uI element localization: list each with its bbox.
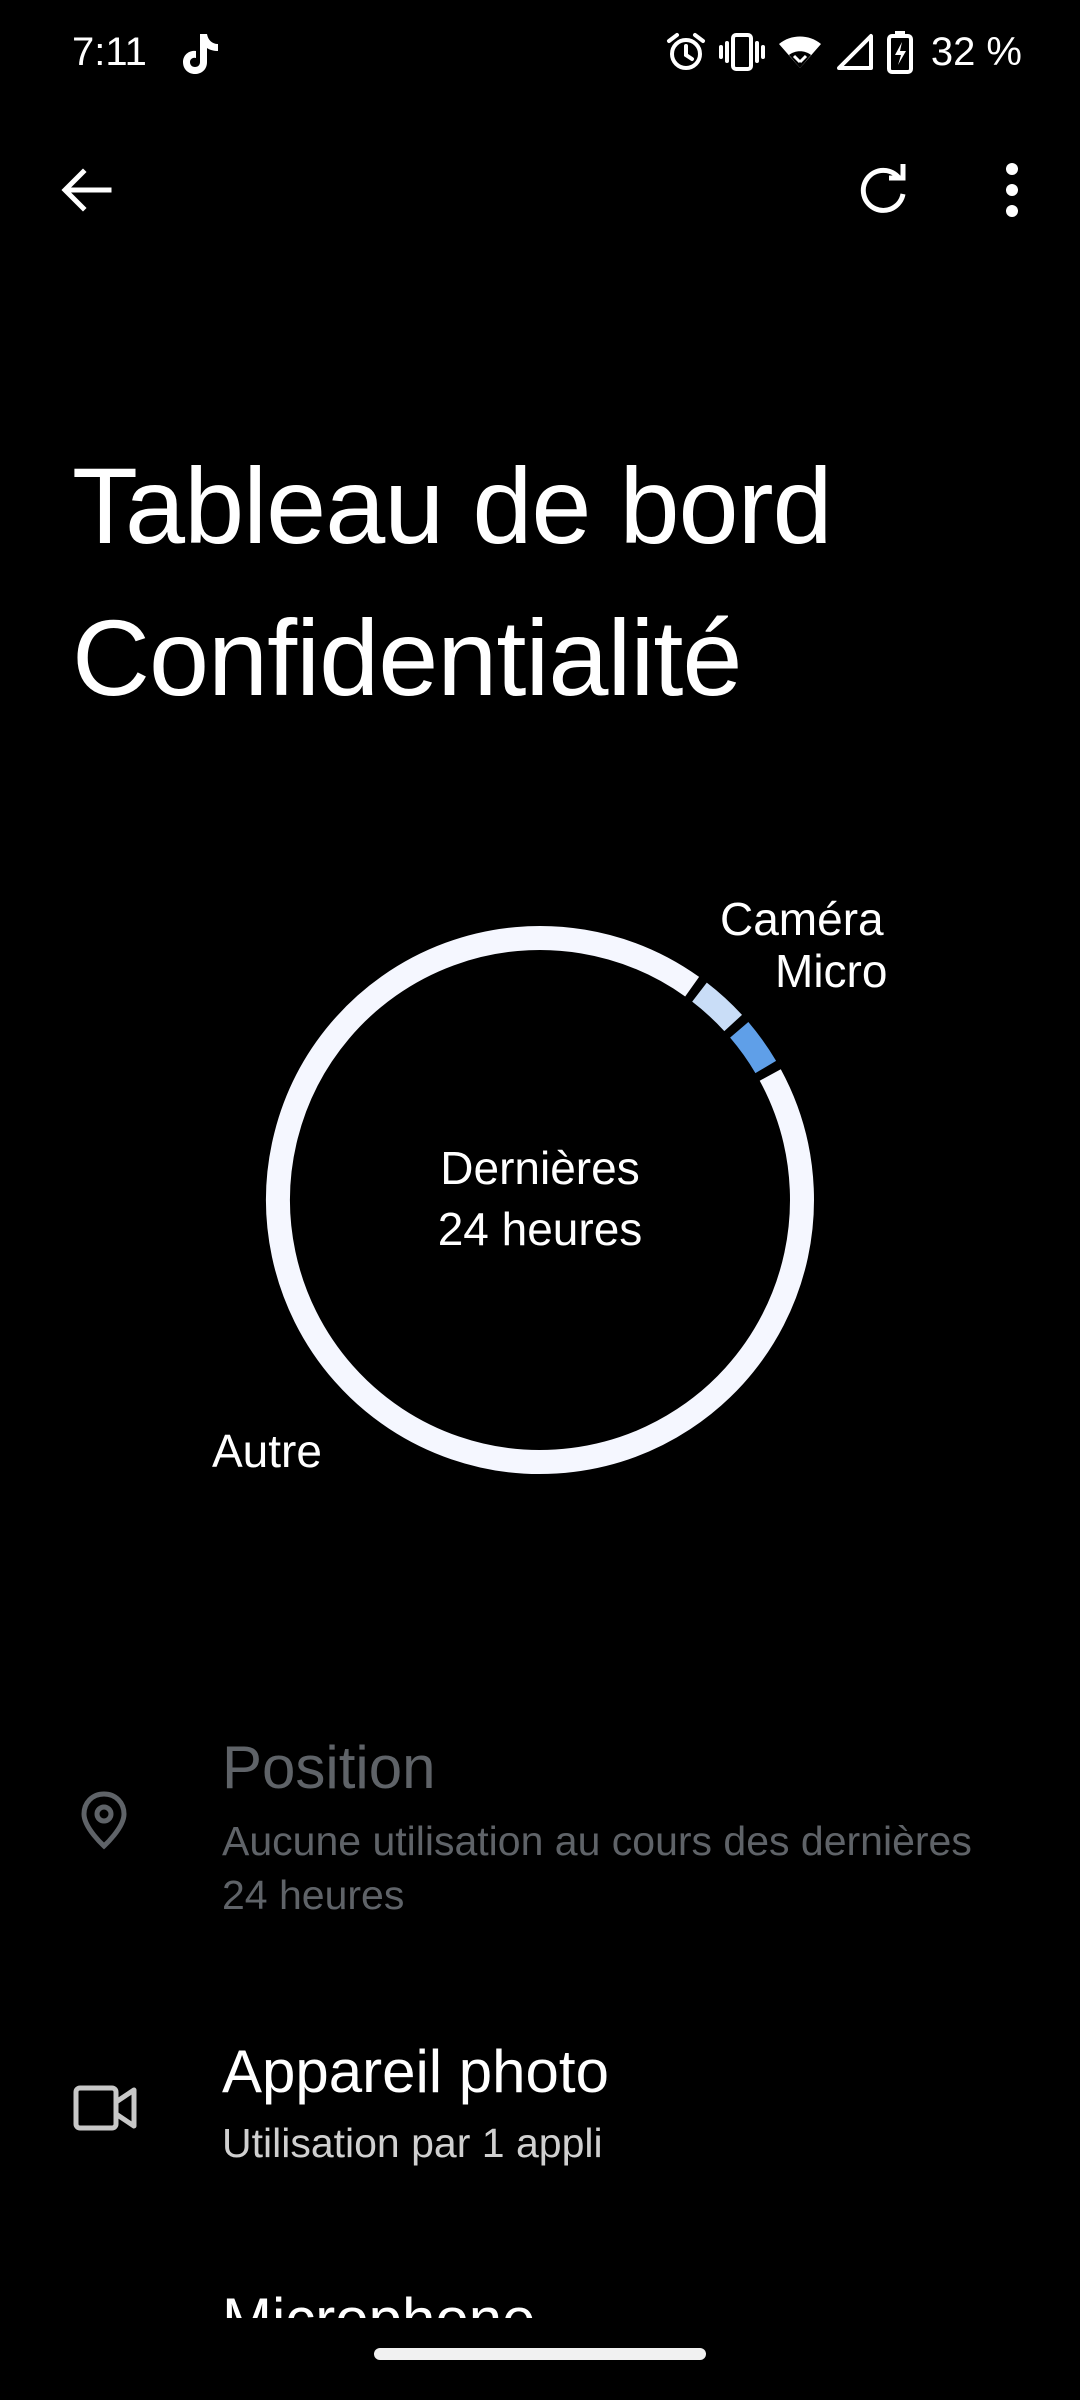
chart-center-line2: 24 heures (437, 1203, 643, 1255)
battery-percentage: 32 % (930, 29, 1022, 74)
home-indicator[interactable] (374, 2348, 706, 2360)
signal-icon (835, 32, 875, 72)
chart-segment-camera (692, 982, 743, 1032)
back-button[interactable] (38, 144, 134, 240)
list-item-title: Position (222, 1734, 436, 1801)
status-time: 7:11 (72, 30, 147, 74)
list-item-subtitle: Aucune utilisation au cours des dernière… (222, 1814, 1022, 1922)
videocam-icon (72, 2076, 137, 2140)
list-item-subtitle-line2: 24 heures (222, 1872, 405, 1918)
status-icons: 32 % (665, 24, 1022, 80)
tiktok-icon (176, 30, 220, 76)
list-item-subtitle: Utilisation par 1 appli (222, 2120, 603, 2166)
wifi-icon (777, 32, 823, 72)
list-item-subtitle-line1: Aucune utilisation au cours des dernière… (222, 1818, 972, 1864)
location-pin-icon (72, 1788, 136, 1852)
list-item-title: Appareil photo (222, 2038, 609, 2105)
refresh-button[interactable] (835, 144, 931, 240)
list-item-camera[interactable]: Appareil photo Utilisation par 1 appli (0, 2020, 1080, 2220)
battery-charging-icon (886, 30, 913, 74)
chart-segment-micro (729, 1022, 777, 1074)
chart-label-other: Autre (212, 1425, 322, 1477)
back-arrow-icon (59, 163, 113, 222)
more-options-button[interactable] (964, 144, 1060, 240)
list-item-location[interactable]: Position Aucune utilisation au cours des… (0, 1700, 1080, 1950)
chart-center-line1: Dernières (440, 1142, 640, 1194)
refresh-icon (855, 162, 911, 223)
chart-label-micro: Micro (775, 945, 888, 997)
chart-label-camera: Caméra (720, 893, 884, 945)
more-vert-icon (1004, 162, 1020, 222)
alarm-icon (665, 31, 707, 73)
page-title: Tableau de bord Confidentialité (72, 430, 1012, 734)
page-title-line2: Confidentialité (72, 597, 742, 718)
vibrate-icon (718, 31, 765, 73)
page-title-line1: Tableau de bord (72, 445, 833, 566)
chart-center-label: Dernières 24 heures (340, 1138, 740, 1260)
